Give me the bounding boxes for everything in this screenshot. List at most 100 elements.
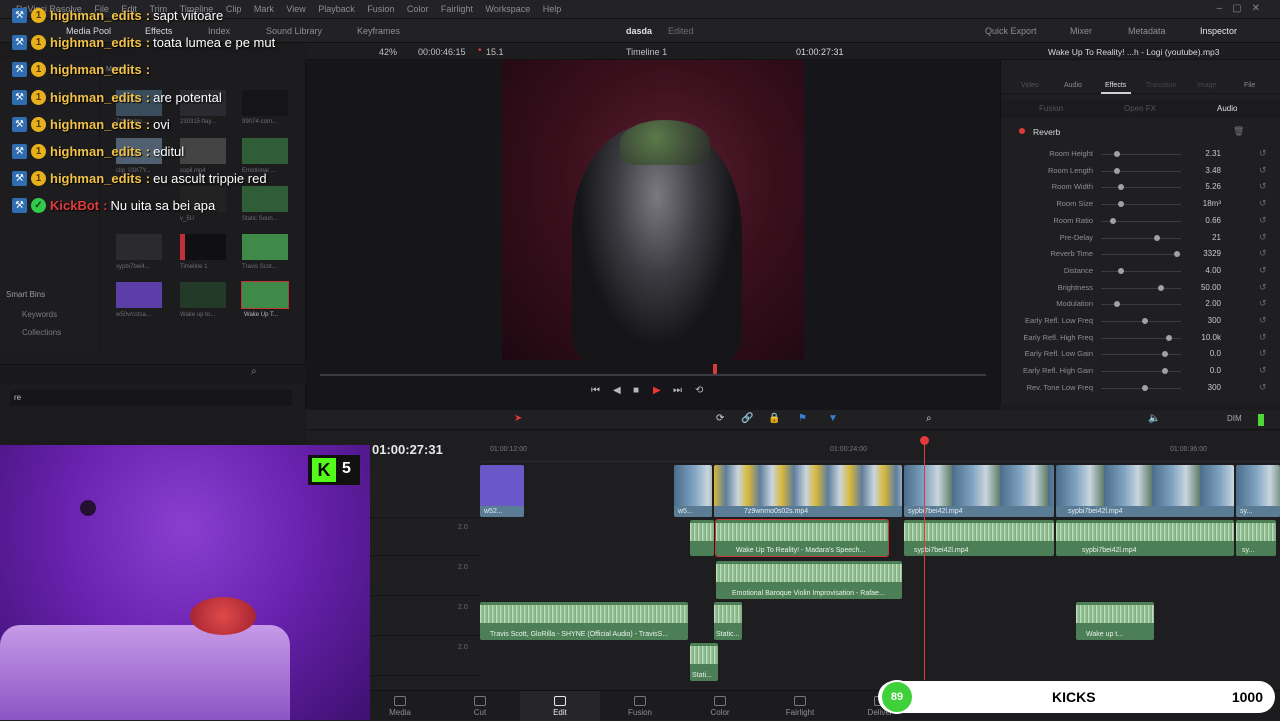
clip-thumb[interactable] — [116, 234, 162, 260]
reset-icon[interactable]: ↺ — [1259, 332, 1267, 343]
reset-icon[interactable]: ↺ — [1259, 198, 1267, 209]
param-slider-knob[interactable] — [1118, 184, 1124, 191]
page-fusion[interactable]: Fusion — [600, 691, 680, 721]
param-slider-knob[interactable] — [1142, 318, 1148, 324]
menu-fusion[interactable]: Fusion — [362, 0, 399, 19]
param-value[interactable]: 2.31 — [1181, 149, 1221, 158]
audio-clip[interactable]: Emotional Baroque Violin Improvisation -… — [716, 561, 902, 599]
video-clip[interactable]: sypbi7bei42l.mp4 — [1056, 465, 1234, 517]
reset-icon[interactable]: ↺ — [1259, 148, 1267, 159]
track-header-audio-4[interactable]: 2.0 — [370, 638, 482, 676]
page-media[interactable]: Media — [360, 691, 440, 721]
timeline-thumb[interactable] — [180, 234, 226, 260]
dim-button[interactable]: DIM — [1227, 414, 1242, 423]
page-fairlight[interactable]: Fairlight — [760, 691, 840, 721]
param-slider-knob[interactable] — [1114, 301, 1120, 308]
param-value[interactable]: 300 — [1181, 383, 1221, 392]
tab-file[interactable]: File — [1244, 82, 1255, 89]
playhead-marker[interactable] — [713, 364, 717, 374]
zoom-icon[interactable]: ⌕ — [926, 413, 932, 424]
keyframes-button[interactable]: Keyframes — [357, 19, 400, 43]
reset-icon[interactable]: ↺ — [1259, 298, 1267, 309]
delete-effect-icon[interactable]: 🗑 — [1233, 126, 1244, 137]
tab-audio[interactable]: Audio — [1064, 82, 1082, 89]
inspector-button[interactable]: Inspector — [1200, 19, 1237, 43]
menu-workspace[interactable]: Workspace — [480, 0, 535, 19]
audio-clip-selected[interactable]: Wake Up To Reality! - Madara's Speech... — [715, 519, 889, 557]
param-slider[interactable] — [1101, 387, 1181, 389]
param-value[interactable]: 50.00 — [1181, 283, 1221, 292]
param-value[interactable]: 18m³ — [1181, 199, 1221, 208]
video-clip[interactable]: w52... — [480, 465, 524, 517]
mixer-button[interactable]: Mixer — [1070, 19, 1092, 43]
audio-clip[interactable]: Static... — [714, 602, 742, 640]
param-value[interactable]: 5.26 — [1181, 182, 1221, 191]
video-clip[interactable]: w5... — [674, 465, 712, 517]
param-slider[interactable] — [1101, 154, 1181, 155]
param-value[interactable]: 4.00 — [1181, 266, 1221, 275]
skip-forward-icon[interactable]: ⏭ — [673, 385, 682, 396]
param-slider[interactable] — [1101, 287, 1181, 289]
window-controls[interactable]: –▢✕ — [1217, 3, 1270, 14]
smart-bin-keywords[interactable]: Keywords — [22, 310, 57, 319]
smart-bin-collections[interactable]: Collections — [22, 328, 61, 337]
search-icon[interactable]: ⌕ — [251, 366, 257, 377]
param-slider-knob[interactable] — [1158, 284, 1164, 291]
effect-enabled-dot[interactable] — [1019, 128, 1025, 134]
reset-icon[interactable]: ↺ — [1259, 215, 1267, 226]
param-slider-knob[interactable] — [1114, 151, 1120, 157]
clip-thumb[interactable] — [116, 282, 162, 308]
effects-search-input[interactable]: re — [10, 390, 292, 406]
param-slider[interactable] — [1101, 170, 1181, 172]
reset-icon[interactable]: ↺ — [1259, 382, 1267, 393]
param-slider[interactable] — [1101, 371, 1181, 373]
tab-image[interactable]: Image — [1197, 82, 1216, 89]
audio-clip[interactable]: sy... — [1236, 520, 1276, 556]
param-value[interactable]: 2.00 — [1181, 299, 1221, 308]
page-edit[interactable]: Edit — [520, 691, 600, 721]
stop-icon[interactable]: ■ — [633, 385, 639, 396]
menu-color[interactable]: Color — [402, 0, 434, 19]
reset-icon[interactable]: ↺ — [1259, 165, 1267, 176]
param-slider-knob[interactable] — [1166, 334, 1172, 341]
audio-clip[interactable]: Wake up t... — [1076, 602, 1154, 640]
param-value[interactable]: 3329 — [1181, 249, 1221, 258]
audio-clip[interactable] — [690, 520, 714, 556]
video-clip[interactable]: sy... — [1236, 465, 1280, 517]
reset-icon[interactable]: ↺ — [1259, 282, 1267, 293]
param-slider-knob[interactable] — [1118, 267, 1124, 274]
audio-clip-thumb[interactable] — [180, 282, 226, 308]
metadata-button[interactable]: Metadata — [1128, 19, 1166, 43]
track-header-audio-3[interactable]: 2.0 — [370, 598, 482, 636]
reset-icon[interactable]: ↺ — [1259, 365, 1267, 376]
audio-clip[interactable]: sypbi7bei42l.mp4 — [1056, 520, 1234, 556]
param-value[interactable]: 3.48 — [1181, 166, 1221, 175]
param-slider[interactable] — [1101, 204, 1181, 206]
tab-video[interactable]: Video — [1021, 82, 1039, 89]
play-reverse-icon[interactable]: ◀ — [613, 385, 621, 396]
param-value[interactable]: 0.0 — [1181, 349, 1221, 358]
param-slider-knob[interactable] — [1162, 368, 1168, 375]
video-clip[interactable]: sypbi7bei42l.mp4 — [904, 465, 1054, 517]
scrub-bar[interactable] — [320, 374, 986, 376]
timeline-name[interactable]: Timeline 1 — [626, 47, 667, 57]
param-slider[interactable] — [1101, 254, 1181, 256]
timeline-playhead[interactable] — [924, 438, 925, 680]
param-slider-knob[interactable] — [1154, 234, 1160, 241]
volume-icon[interactable]: 🔈 — [1148, 413, 1160, 424]
param-slider-knob[interactable] — [1114, 167, 1120, 174]
tab-transition[interactable]: Transition — [1146, 82, 1176, 89]
play-icon[interactable]: ▶ — [653, 385, 661, 396]
track-header-audio-1[interactable]: 2.0 — [370, 518, 482, 556]
playhead-handle[interactable] — [920, 436, 929, 445]
reset-icon[interactable]: ↺ — [1259, 348, 1267, 359]
quick-export-button[interactable]: Quick Export — [985, 19, 1037, 43]
param-slider-knob[interactable] — [1118, 201, 1124, 208]
timeline-viewer[interactable]: ⏮ ◀ ■ ▶ ⏭ ⟲ — [306, 60, 1000, 410]
audio-clip[interactable]: Stati... — [690, 643, 718, 681]
param-slider-knob[interactable] — [1110, 217, 1116, 224]
timeline-ruler[interactable]: 01:00:12:00 01:00:24:00 01:00:36:00 — [482, 440, 1280, 462]
loop-icon[interactable]: ⟲ — [695, 385, 703, 396]
audio-clip[interactable]: sypbi7bei42l.mp4 — [904, 520, 1054, 556]
audio-clip-thumb-selected[interactable] — [241, 281, 289, 309]
